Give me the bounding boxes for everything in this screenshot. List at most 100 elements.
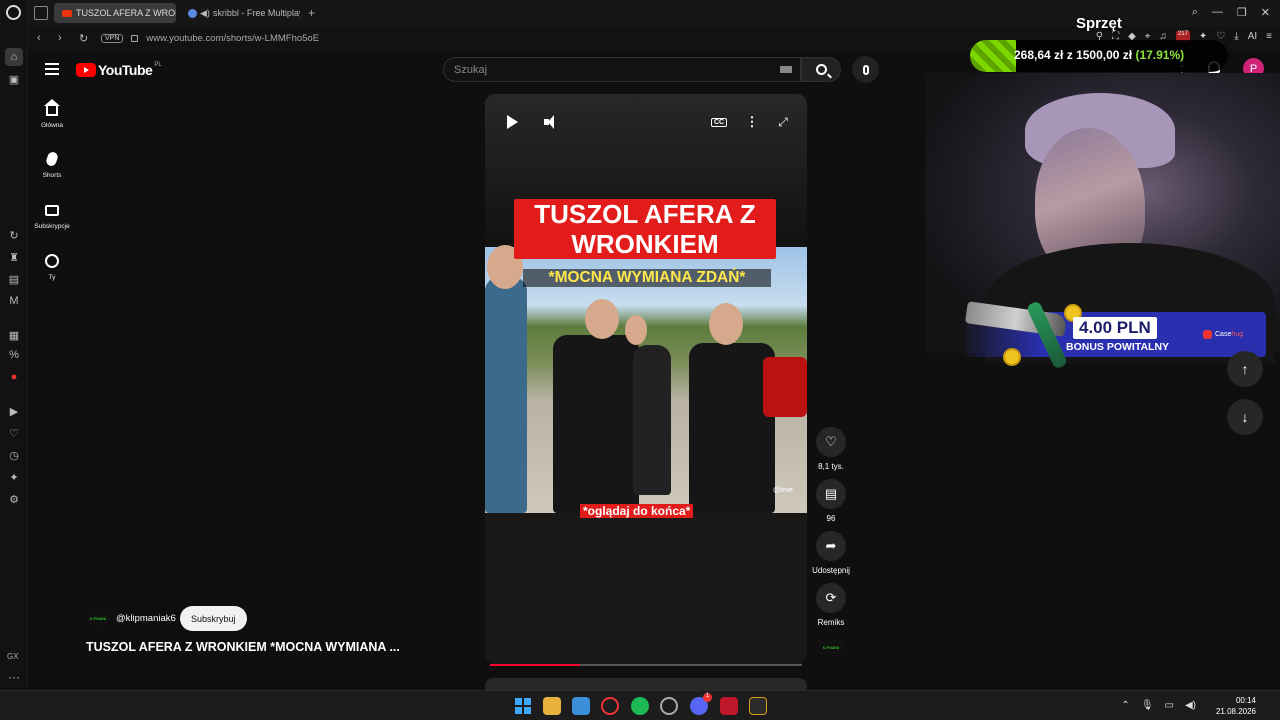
new-tab-plus-icon[interactable]: + [308, 6, 315, 20]
like-button[interactable]: ♡ 8,1 tys. [812, 427, 850, 471]
person-figure [633, 345, 671, 495]
sound-thumbnail[interactable]: K.PMANI [818, 640, 844, 654]
record-icon[interactable]: ● [5, 368, 23, 386]
share-label: Udostępnij [812, 566, 850, 575]
video-title[interactable]: TUSZOL AFERA Z WRONKIEM *MOCNA WYMIANA .… [86, 640, 400, 654]
remix-button[interactable]: ⟳ Remiks [812, 583, 850, 627]
youtube-logo[interactable]: YouTube PL [76, 62, 162, 78]
system-clock[interactable]: 00:14 21.08.2026 [1216, 695, 1256, 717]
microphone-tray-icon[interactable]: 🎙 [1141, 700, 1154, 711]
minimize-icon[interactable]: — [1212, 6, 1223, 19]
fullscreen-button[interactable]: ⤢ [774, 113, 792, 131]
close-icon[interactable]: ✕ [1261, 6, 1270, 19]
casehug-logo-icon [1203, 330, 1212, 339]
arrow-up-icon: ↑ [1241, 361, 1249, 377]
hamburger-menu-icon[interactable] [45, 63, 59, 78]
tab-label: TUSZOL AFERA Z WRONKI [76, 8, 176, 18]
search-button[interactable] [801, 57, 841, 82]
league-icon[interactable] [749, 697, 767, 715]
tab-youtube[interactable]: TUSZOL AFERA Z WRONKI [54, 3, 176, 23]
more-dots-icon[interactable]: ··· [8, 670, 20, 684]
gx-bag-icon[interactable]: ♜ [5, 248, 23, 266]
budget-text: 268,64 zł z 1500,00 zł (17.91%) [1014, 48, 1184, 62]
search-placeholder: Szukaj [454, 63, 488, 76]
speaker-icon: ◀) [200, 7, 210, 18]
subscribe-button[interactable]: Subskrybuj [180, 606, 247, 631]
chevron-up-icon[interactable]: ⌃ [1121, 700, 1129, 711]
voice-search-button[interactable] [852, 56, 879, 83]
budget-title: Sprzęt [1076, 15, 1122, 32]
discord-icon[interactable]: 1 [690, 693, 712, 715]
gx-m-icon[interactable]: M [5, 292, 23, 310]
captions-button[interactable]: CC [710, 113, 728, 131]
workspaces-icon[interactable] [34, 6, 48, 20]
video-progress-bar[interactable] [490, 664, 802, 666]
tab-skribbl[interactable]: ◀) skribbl - Free Multiplaye [180, 3, 300, 23]
volume-button[interactable] [537, 113, 555, 131]
region-code: PL [154, 62, 162, 68]
search-tabs-icon[interactable]: ⌕ [1192, 6, 1198, 19]
search-input[interactable]: Szukaj [443, 57, 801, 82]
obs-icon[interactable] [660, 697, 678, 715]
settings-gear-icon[interactable]: ⚙ [5, 490, 23, 508]
microphone-icon [862, 64, 869, 75]
gx-label: GX [7, 652, 19, 661]
spotify-icon[interactable] [631, 697, 649, 715]
nav-subscriptions[interactable]: Subskrypcje [30, 203, 74, 230]
restore-icon[interactable]: ❐ [1237, 6, 1247, 19]
favorites-heart-icon[interactable]: ♡ [5, 424, 23, 442]
nav-home[interactable]: Główna [30, 99, 74, 129]
start-button[interactable] [514, 697, 532, 715]
nav-shorts[interactable]: Shorts [30, 150, 74, 179]
extensions-puzzle-icon[interactable]: ✦ [5, 468, 23, 486]
twitch-icon[interactable]: ▦ [5, 326, 23, 344]
app-red-icon[interactable] [720, 697, 738, 715]
more-vertical-icon: ⋮ [745, 114, 759, 129]
download-icon[interactable]: ⤓ [1234, 31, 1238, 42]
instagram-watermark: @leve [773, 487, 793, 494]
gx-cleaner-icon[interactable]: ↻ [5, 226, 23, 244]
youtube-favicon-icon [62, 9, 72, 17]
clock-date: 21.08.2026 [1215, 707, 1256, 716]
share-button[interactable]: ➦ Udostępnij [812, 531, 850, 575]
volume-tray-icon[interactable]: ◀) [1185, 700, 1196, 711]
previous-short-button[interactable]: ↑ [1227, 351, 1263, 387]
red-car [763, 357, 807, 417]
back-icon[interactable]: ‹ [37, 32, 49, 44]
channel-avatar[interactable]: K.PMANI [86, 609, 110, 627]
forward-icon[interactable]: › [58, 32, 70, 44]
gx-news-icon[interactable]: ▤ [5, 270, 23, 288]
reload-icon[interactable]: ↻ [79, 32, 91, 45]
opera-gx-logo-icon[interactable] [6, 5, 21, 20]
photos-icon[interactable] [572, 697, 590, 715]
brand-part-b: hug [1231, 331, 1244, 338]
shorts-video-player[interactable]: TUSZOL AFERA Z WRONKIEM *MOCNA WYMIANA Z… [485, 94, 807, 664]
history-clock-icon[interactable]: ◷ [5, 446, 23, 464]
nav-label: Główna [40, 122, 64, 129]
file-explorer-icon[interactable] [543, 697, 561, 715]
player-icon[interactable]: ▶ [5, 402, 23, 420]
keyboard-icon[interactable] [780, 66, 792, 73]
you-icon [45, 254, 59, 268]
vpn-badge[interactable]: VPN [101, 33, 124, 43]
home-sidebar-icon[interactable]: ⌂ [5, 48, 23, 66]
next-short-button[interactable]: ↓ [1227, 399, 1263, 435]
nav-you[interactable]: Ty [30, 254, 74, 281]
more-options-button[interactable]: ⋮ [743, 113, 761, 131]
opera-gx-taskbar-icon[interactable] [601, 697, 619, 715]
youtube-play-icon [76, 63, 96, 77]
lock-icon[interactable] [131, 34, 139, 42]
comment-icon: ▤ [816, 479, 846, 509]
channel-handle[interactable]: @klipmaniak6 [116, 613, 176, 624]
menu-icon[interactable]: ≡ [1266, 31, 1272, 42]
percent-icon[interactable]: % [5, 346, 23, 364]
ai-button[interactable]: AI [1248, 31, 1257, 42]
comments-button[interactable]: ▤ 96 [812, 479, 850, 523]
gx-control-icon[interactable]: ▣ [5, 70, 23, 88]
display-icon[interactable]: ▭ [1165, 700, 1174, 711]
url-field[interactable]: www.youtube.com/shorts/w-LMMFho5oE [146, 33, 319, 44]
arrow-down-icon: ↓ [1241, 409, 1249, 425]
play-button[interactable] [503, 113, 521, 131]
next-short-preview[interactable] [485, 678, 807, 690]
nav-label: Shorts [42, 172, 62, 179]
